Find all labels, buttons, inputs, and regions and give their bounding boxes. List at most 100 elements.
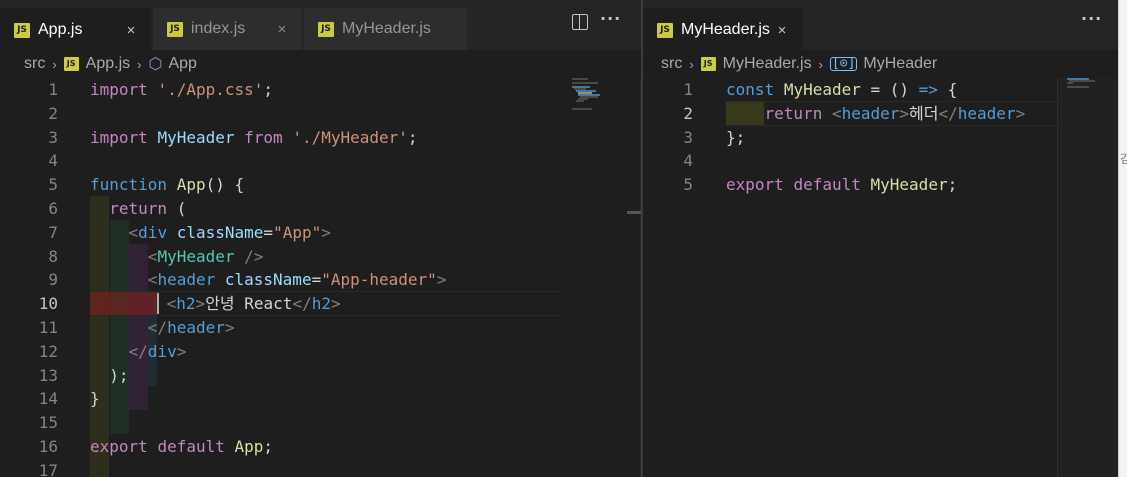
breadcrumb-symbol[interactable]: MyHeader [863,55,937,73]
token: import [90,80,148,99]
line-number: 5 [683,175,693,195]
chevron-right-icon: › [818,56,823,72]
token: export [726,175,784,195]
token: ; [263,80,274,99]
code-line: 7 <div className="App"> [0,221,641,245]
token: } [90,389,100,409]
token: 헤더 [909,103,939,123]
token: header [841,103,900,123]
token: () { [205,175,245,195]
token: MyHeader [783,80,861,99]
token: className [176,222,264,242]
token: './App.css' [157,80,264,99]
line-number: 3 [683,127,693,147]
scrollbar-left[interactable] [627,78,641,477]
code-line: 12 </div> [0,340,641,364]
js-file-icon: JS [14,22,30,38]
line-number: 11 [38,318,58,337]
token: "App" [273,222,322,242]
breadcrumb-file[interactable]: MyHeader.js [723,55,812,73]
breadcrumb: src › JS MyHeader.js › [⊙] MyHeader [643,50,1118,78]
token: export [90,437,148,456]
token: = () [860,80,919,99]
tab-myheader-js[interactable]: JS MyHeader.js [304,8,468,50]
token: App [176,175,206,195]
token: > [195,294,206,314]
breadcrumb-folder[interactable]: src [661,55,682,73]
token: MyHeader [870,175,948,195]
code-editor-right[interactable]: 1 const MyHeader = () => { 2 return <head… [643,78,1118,477]
js-file-icon: JS [318,21,334,37]
token: /> [234,246,264,266]
more-actions-icon[interactable]: ··· [600,11,621,30]
token: < [128,222,139,242]
line-number: 17 [38,460,58,477]
js-file-icon: JS [167,21,183,37]
line-number: 16 [38,437,58,456]
token: MyHeader [157,127,235,147]
token: className [224,270,312,290]
token: > [330,294,341,314]
line-number: 4 [683,151,693,171]
line-number: 5 [48,175,58,195]
line-number: 9 [48,270,58,290]
token: </ [128,341,148,361]
editor-actions-left: ··· [572,11,621,30]
token: return [764,103,823,123]
token: = [263,222,274,242]
tab-index-js[interactable]: JS index.js × [153,8,303,50]
breadcrumb: src › JS App.js › ⬡ App [0,50,641,78]
code-line: 15 [0,411,641,435]
token: > [1015,103,1026,123]
token: default [157,437,225,456]
line-number: 8 [48,246,58,266]
close-icon[interactable]: × [772,22,792,39]
token: </ [292,294,312,314]
tab-app-js[interactable]: JS App.js × [0,8,152,50]
more-actions-icon[interactable]: ··· [1081,11,1102,27]
token: div [138,222,168,242]
minimap-right[interactable] [1061,78,1101,477]
close-icon[interactable]: × [272,21,292,38]
code-line: 8 <MyHeader /> [0,245,641,269]
minimap-left[interactable] [568,78,608,477]
token: > [224,318,235,337]
token: header [167,318,225,337]
token: </ [147,318,168,337]
code-editor-left[interactable]: 1 import './App.css'; 2 3 import MyHeader … [0,78,641,477]
line-number: 2 [48,103,58,123]
js-file-icon: JS [700,57,716,71]
code-line: 14} [0,387,641,411]
token: }; [726,127,746,147]
split-editor-icon[interactable] [572,14,588,30]
token: return [109,199,168,218]
line-number: 14 [38,389,58,409]
close-icon[interactable]: × [121,22,141,39]
adjacent-window-text: 김 [1120,152,1127,166]
token: h2 [311,294,331,314]
token: "App-header" [321,270,437,290]
token: ; [407,127,418,147]
token: header [957,103,1016,123]
code-line: 1 import './App.css'; [0,78,641,102]
tab-myheader-js[interactable]: JS MyHeader.js × [643,8,803,50]
code-line: 1 const MyHeader = () => { [643,78,1118,102]
code-line: 17 [0,459,641,477]
breadcrumb-symbol[interactable]: App [168,55,196,73]
code-line: 4 [0,149,641,173]
breadcrumb-file[interactable]: App.js [86,55,130,73]
code-line: 5 export default MyHeader; [643,173,1118,197]
token: default [793,175,861,195]
tab-bar-left: JS App.js × JS index.js × JS MyHeader.js… [0,0,641,50]
adjacent-window-edge: 김 [1118,0,1127,477]
code-line-current: 10 <h2>안녕 React</h2> [0,292,641,316]
code-line: 5 function App() { [0,173,641,197]
token: < [831,103,842,123]
token: => [918,80,938,99]
code-line: 11 </header> [0,316,641,340]
tab-label: App.js [38,21,83,38]
token: header [157,270,216,290]
breadcrumb-folder[interactable]: src [24,55,45,73]
token: > [899,103,910,123]
code-line: 3 import MyHeader from './MyHeader'; [0,126,641,150]
